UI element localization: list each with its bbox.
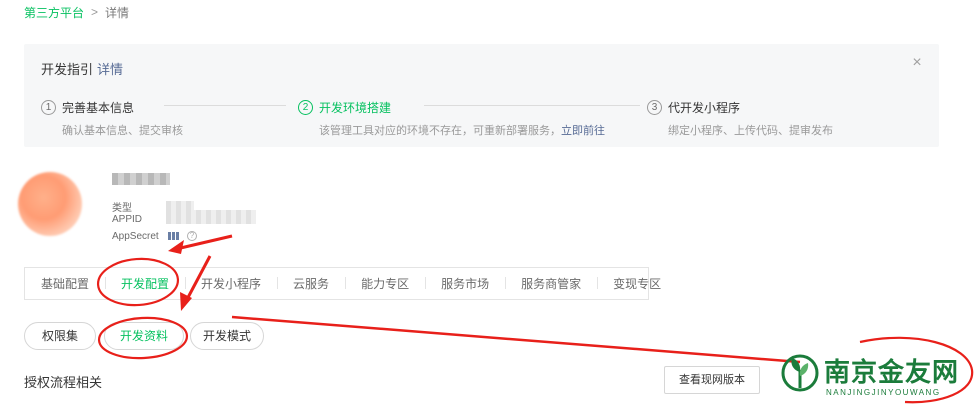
tab-dev-config[interactable]: 开发配置 bbox=[105, 275, 185, 292]
step-title: 完善基本信息 bbox=[62, 100, 135, 115]
appid-label: APPID bbox=[112, 214, 143, 225]
section-title-auth-flow: 授权流程相关 bbox=[24, 375, 103, 390]
step-desc: 该管理工具对应的环境不存在，可重新部署服务，立即前往 bbox=[319, 122, 605, 138]
watermark-pinyin: NANJINGJINYOUWANG bbox=[826, 388, 941, 397]
step-title: 开发环境搭建 bbox=[319, 100, 392, 115]
subtab-dev-mode[interactable]: 开发模式 bbox=[190, 322, 264, 350]
annotation-arrow-to-tab bbox=[171, 234, 233, 252]
breadcrumb-current: 详情 bbox=[105, 5, 130, 20]
step-title: 代开发小程序 bbox=[668, 100, 741, 115]
tab-monetization-zone[interactable]: 变现专区 bbox=[597, 275, 677, 292]
annotation-arrowhead bbox=[168, 240, 184, 254]
appid-value-blurred bbox=[166, 210, 256, 224]
guide-step-1: 1 完善基本信息 确认基本信息、提交审核 bbox=[41, 98, 183, 138]
step-number: 1 bbox=[41, 99, 56, 115]
appsecret-label: AppSecret bbox=[112, 231, 159, 242]
step-number: 3 bbox=[647, 99, 662, 115]
close-icon[interactable]: × bbox=[910, 55, 924, 71]
step-desc: 绑定小程序、上传代码、提审发布 bbox=[668, 125, 833, 137]
chevron-right-icon: > bbox=[91, 5, 99, 19]
tab-dev-miniprogram[interactable]: 开发小程序 bbox=[185, 275, 277, 292]
tab-capability-zone[interactable]: 能力专区 bbox=[345, 275, 425, 292]
subtab-dev-materials[interactable]: 开发资料 bbox=[104, 322, 184, 350]
watermark-name: 南京金友网 bbox=[824, 358, 960, 388]
breadcrumb-link-third-party[interactable]: 第三方平台 bbox=[24, 4, 84, 21]
account-name-blurred bbox=[112, 173, 170, 185]
step-desc-text: 该管理工具对应的环境不存在，可重新部署服务， bbox=[319, 125, 561, 137]
watermark-logo: 南京金友网 NANJINGJINYOUWANG bbox=[778, 350, 973, 406]
type-label: 类型 bbox=[112, 203, 132, 214]
tab-provider-manager[interactable]: 服务商管家 bbox=[505, 275, 597, 292]
guide-step-2: 2 开发环境搭建 该管理工具对应的环境不存在，可重新部署服务，立即前往 bbox=[298, 98, 605, 138]
dev-guide-details-link[interactable]: 详情 bbox=[97, 62, 123, 77]
go-now-link[interactable]: 立即前往 bbox=[561, 125, 605, 137]
leaf-logo-icon bbox=[781, 354, 819, 392]
view-live-version-button[interactable]: 查看现网版本 bbox=[664, 366, 760, 394]
tab-cloud-service[interactable]: 云服务 bbox=[277, 275, 345, 292]
guide-step-3: 3 代开发小程序 绑定小程序、上传代码、提审发布 bbox=[647, 98, 833, 138]
avatar bbox=[18, 172, 82, 236]
dev-guide-title: 开发指引 详情 bbox=[41, 59, 123, 78]
dev-guide-title-text: 开发指引 bbox=[41, 62, 94, 77]
qrcode-icon[interactable] bbox=[168, 232, 180, 240]
dev-guide-panel: 开发指引 详情 × 1 完善基本信息 确认基本信息、提交审核 2 开发环境搭建 该… bbox=[24, 44, 939, 147]
help-icon[interactable]: ? bbox=[187, 231, 197, 241]
subtab-permission-set[interactable]: 权限集 bbox=[24, 322, 96, 350]
tab-basic-config[interactable]: 基础配置 bbox=[25, 275, 105, 292]
step-number: 2 bbox=[298, 99, 313, 115]
breadcrumb: 第三方平台 > 详情 bbox=[24, 4, 129, 20]
step-desc: 确认基本信息、提交审核 bbox=[62, 125, 183, 137]
annotation-arrow-long bbox=[231, 315, 801, 364]
type-value-blurred bbox=[166, 201, 194, 210]
tab-service-market[interactable]: 服务市场 bbox=[425, 275, 505, 292]
main-tabbar: 基础配置 开发配置 开发小程序 云服务 能力专区 服务市场 服务商管家 变现专区 bbox=[24, 267, 661, 300]
